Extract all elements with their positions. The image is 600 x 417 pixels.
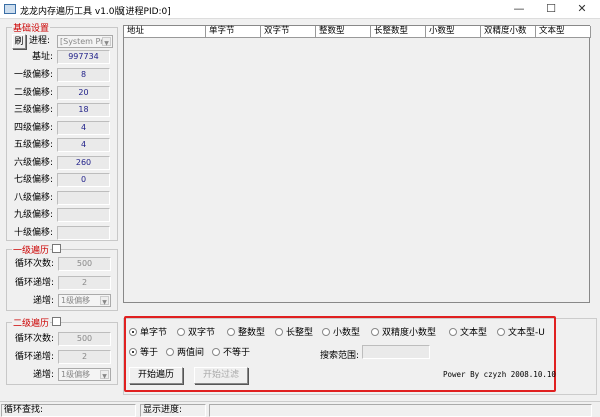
process-pid: [进程PID:0] xyxy=(122,7,171,17)
offset-label: 九级偏移: xyxy=(13,210,53,220)
minimize-button[interactable]: — xyxy=(505,2,533,17)
radio-icon xyxy=(322,328,330,336)
loop1-count-input[interactable]: 500 xyxy=(58,257,111,271)
offset-input-2[interactable]: 20 xyxy=(57,85,110,100)
radio-icon xyxy=(129,328,137,336)
compare-radio[interactable]: 两值间 xyxy=(166,348,204,359)
loop2-count-input[interactable]: 500 xyxy=(58,332,111,346)
loop1-inc-input[interactable]: 2 xyxy=(58,276,111,290)
type-radio[interactable]: 文本型 xyxy=(449,328,487,339)
offset-input-4[interactable]: 4 xyxy=(57,120,110,135)
offset-input-5[interactable]: 4 xyxy=(57,138,110,152)
offset-input-9[interactable] xyxy=(57,208,110,222)
loop1-by-label: 递增: xyxy=(32,296,54,306)
power-by-text: Power By czyzh 2008.10.10 xyxy=(443,370,556,379)
progress-bar xyxy=(209,404,592,417)
offset-label: 十级偏移: xyxy=(13,227,53,238)
range-label: 搜索范围: xyxy=(320,351,360,361)
compare-radio[interactable]: 不等于 xyxy=(212,348,250,359)
process-select[interactable]: [System Pr ▼ xyxy=(57,35,113,48)
loop2-count-label: 循环次数: xyxy=(14,334,54,344)
column-header[interactable]: 长整数型 xyxy=(371,26,426,38)
app-icon xyxy=(4,4,16,14)
offset-label: 三级偏移: xyxy=(13,105,53,115)
offset-label: 一级偏移: xyxy=(13,70,53,80)
loop2-by-label: 递增: xyxy=(32,370,54,380)
offset-label: 六级偏移: xyxy=(13,157,53,168)
offset-input-8[interactable] xyxy=(57,190,110,205)
results-table[interactable]: 地址 单字节 双字节 整数型 长整数型 小数型 双精度小数 文本型 xyxy=(123,25,591,303)
radio-icon xyxy=(212,348,220,356)
range-input[interactable] xyxy=(362,345,430,359)
type-radio[interactable]: 单字节 xyxy=(129,328,167,339)
maximize-button[interactable]: ☐ xyxy=(537,2,565,17)
radio-icon xyxy=(166,348,174,356)
loop2-legend: 二级遍历 xyxy=(12,316,51,329)
title-bar: 龙龙内存遍历工具 v1.0版 [进程PID:0] — ☐ ✕ xyxy=(0,0,600,19)
loop2-inc-label: 循环递增: xyxy=(14,352,54,362)
offset-input-3[interactable]: 18 xyxy=(57,103,110,117)
start-filter-button[interactable]: 开始过滤 xyxy=(194,367,248,384)
offset-label: 四级偏移: xyxy=(13,122,53,133)
offset-label: 八级偏移: xyxy=(13,192,53,203)
loop2-by-select[interactable]: 1级偏移 ▼ xyxy=(58,368,111,381)
start-traverse-button[interactable]: 开始遍历 xyxy=(129,367,183,384)
radio-icon xyxy=(371,328,379,336)
type-radio[interactable]: 双精度小数型 xyxy=(371,328,436,339)
offset-input-6[interactable]: 260 xyxy=(57,155,110,170)
progress-label: 显示进度: xyxy=(140,404,206,417)
type-radio[interactable]: 小数型 xyxy=(322,328,360,339)
base-address-input[interactable]: 997734 xyxy=(57,50,110,64)
process-label: 进程: xyxy=(28,36,50,46)
type-radio[interactable]: 文本型-U xyxy=(497,328,545,339)
loop1-count-label: 循环次数: xyxy=(14,259,54,269)
radio-icon xyxy=(497,328,505,336)
offset-input-10[interactable] xyxy=(57,225,110,240)
loop-find-status: 循环查找: xyxy=(1,404,136,417)
offset-label: 二级偏移: xyxy=(13,87,53,98)
column-header[interactable]: 单字节 xyxy=(206,26,261,38)
window-title: 龙龙内存遍历工具 v1.0版 xyxy=(20,7,124,17)
loop1-by-select[interactable]: 1级偏移 ▼ xyxy=(58,294,111,307)
loop2-checkbox[interactable] xyxy=(52,317,61,326)
chevron-down-icon: ▼ xyxy=(100,296,109,306)
column-header[interactable]: 整数型 xyxy=(316,26,371,38)
type-radio[interactable]: 长整型 xyxy=(275,328,313,339)
offset-input-1[interactable]: 8 xyxy=(57,68,110,82)
offset-input-7[interactable]: 0 xyxy=(57,173,110,187)
type-radio[interactable]: 整数型 xyxy=(227,328,265,339)
radio-icon xyxy=(177,328,185,336)
compare-radio[interactable]: 等于 xyxy=(129,348,158,359)
column-header[interactable]: 小数型 xyxy=(426,26,481,38)
loop1-inc-label: 循环递增: xyxy=(14,278,54,288)
chevron-down-icon: ▼ xyxy=(100,370,109,380)
status-bar: 循环查找: 显示进度: xyxy=(0,401,600,417)
chevron-down-icon: ▼ xyxy=(102,37,111,47)
radio-icon xyxy=(275,328,283,336)
column-header[interactable]: 文本型 xyxy=(536,26,591,38)
radio-icon xyxy=(129,348,137,356)
column-header[interactable]: 双字节 xyxy=(261,26,316,38)
type-radio[interactable]: 双字节 xyxy=(177,328,215,339)
loop1-checkbox[interactable] xyxy=(52,244,61,253)
offset-label: 七级偏移: xyxy=(13,175,53,185)
offset-label: 五级偏移: xyxy=(13,140,53,150)
close-button[interactable]: ✕ xyxy=(568,2,596,17)
radio-icon xyxy=(227,328,235,336)
basic-settings-legend: 基础设置 xyxy=(12,21,51,34)
column-header[interactable]: 地址 xyxy=(124,26,206,38)
column-header[interactable]: 双精度小数 xyxy=(481,26,536,38)
loop1-legend: 一级遍历 xyxy=(12,243,51,256)
radio-icon xyxy=(449,328,457,336)
base-label: 基址: xyxy=(31,52,53,62)
loop2-inc-input[interactable]: 2 xyxy=(58,350,111,364)
